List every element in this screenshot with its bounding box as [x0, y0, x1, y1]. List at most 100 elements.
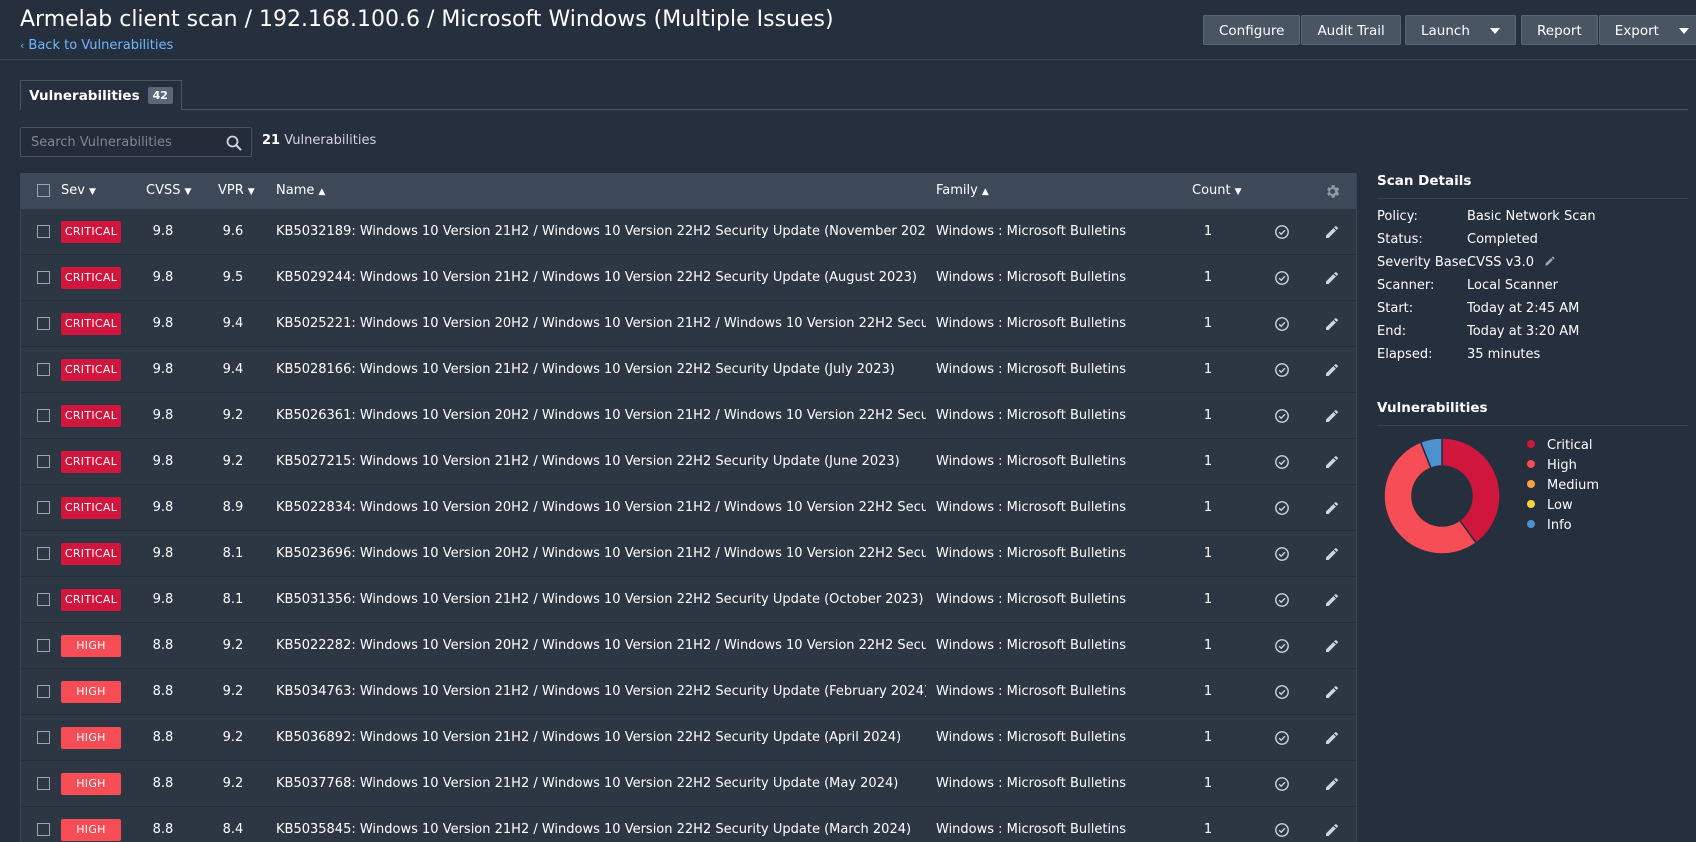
check-circle-icon[interactable]: [1274, 408, 1290, 424]
row-checkbox[interactable]: [37, 547, 50, 560]
report-button[interactable]: Report: [1521, 15, 1598, 45]
check-circle-icon[interactable]: [1274, 224, 1290, 240]
back-to-vulnerabilities-link[interactable]: ‹ Back to Vulnerabilities: [20, 38, 173, 53]
vulnerability-name[interactable]: KB5037768: Windows 10 Version 21H2 / Win…: [276, 761, 926, 807]
edit-severity-base-icon[interactable]: [1544, 255, 1556, 267]
row-checkbox[interactable]: [37, 685, 50, 698]
row-checkbox[interactable]: [37, 777, 50, 790]
table-row[interactable]: CRITICAL 9.8 9.5 KB5029244: Windows 10 Vers…: [21, 255, 1356, 301]
row-checkbox[interactable]: [37, 455, 50, 468]
vpr-score: 9.4: [222, 362, 244, 377]
vulnerability-name[interactable]: KB5035845: Windows 10 Version 21H2 / Win…: [276, 807, 926, 842]
severity-donut-chart[interactable]: [1382, 436, 1502, 556]
row-checkbox[interactable]: [37, 225, 50, 238]
vulnerability-name[interactable]: KB5022282: Windows 10 Version 20H2 / Win…: [276, 623, 926, 669]
edit-pencil-icon[interactable]: [1324, 454, 1340, 470]
check-circle-icon[interactable]: [1274, 546, 1290, 562]
column-header-cvss[interactable]: CVSS ▼: [146, 173, 191, 209]
export-button[interactable]: Export: [1598, 15, 1696, 45]
select-all-checkbox[interactable]: [37, 184, 50, 197]
column-header-count[interactable]: Count ▼: [1192, 173, 1242, 209]
row-checkbox[interactable]: [37, 409, 50, 422]
row-checkbox[interactable]: [37, 501, 50, 514]
table-row[interactable]: CRITICAL 9.8 9.4 KB5028166: Windows 10 Vers…: [21, 347, 1356, 393]
table-row[interactable]: CRITICAL 9.8 9.4 KB5025221: Windows 10 Vers…: [21, 301, 1356, 347]
legend-label: Low: [1547, 498, 1573, 513]
table-row[interactable]: CRITICAL 9.8 9.6 KB5032189: Windows 10 Vers…: [21, 209, 1356, 255]
vulnerability-name[interactable]: KB5036892: Windows 10 Version 21H2 / Win…: [276, 715, 926, 761]
check-circle-icon[interactable]: [1274, 730, 1290, 746]
vulnerability-name[interactable]: KB5032189: Windows 10 Version 21H2 / Win…: [276, 209, 926, 255]
edit-pencil-icon[interactable]: [1324, 224, 1340, 240]
launch-button[interactable]: Launch: [1405, 15, 1516, 45]
severity-badge: CRITICAL: [61, 359, 121, 381]
edit-pencil-icon[interactable]: [1324, 592, 1340, 608]
search-icon[interactable]: [226, 135, 242, 151]
table-row[interactable]: HIGH 8.8 8.4 KB5035845: Windows 10 Version …: [21, 807, 1356, 842]
legend-label: Medium: [1547, 478, 1599, 493]
edit-pencil-icon[interactable]: [1324, 822, 1340, 838]
table-row[interactable]: CRITICAL 9.8 8.1 KB5031356: Windows 10 Vers…: [21, 577, 1356, 623]
column-header-name[interactable]: Name ▲: [276, 173, 325, 209]
table-row[interactable]: HIGH 8.8 9.2 KB5036892: Windows 10 Version …: [21, 715, 1356, 761]
vulnerability-name[interactable]: KB5026361: Windows 10 Version 20H2 / Win…: [276, 393, 926, 439]
check-circle-icon[interactable]: [1274, 270, 1290, 286]
table-row[interactable]: CRITICAL 9.8 9.2 KB5027215: Windows 10 Vers…: [21, 439, 1356, 485]
row-checkbox[interactable]: [37, 823, 50, 836]
check-circle-icon[interactable]: [1274, 638, 1290, 654]
check-circle-icon[interactable]: [1274, 316, 1290, 332]
column-header-sev[interactable]: Sev ▼: [61, 173, 96, 209]
edit-pencil-icon[interactable]: [1324, 500, 1340, 516]
edit-pencil-icon[interactable]: [1324, 546, 1340, 562]
table-row[interactable]: CRITICAL 9.8 9.2 KB5026361: Windows 10 Vers…: [21, 393, 1356, 439]
vulnerability-name[interactable]: KB5028166: Windows 10 Version 21H2 / Win…: [276, 347, 926, 393]
gear-icon[interactable]: [1324, 183, 1341, 200]
table-row[interactable]: CRITICAL 9.8 8.9 KB5022834: Windows 10 Vers…: [21, 485, 1356, 531]
row-checkbox[interactable]: [37, 271, 50, 284]
table-row[interactable]: HIGH 8.8 9.2 KB5034763: Windows 10 Version …: [21, 669, 1356, 715]
row-checkbox[interactable]: [37, 593, 50, 606]
vpr-header-label: VPR: [218, 183, 244, 198]
detail-label: Policy:: [1377, 209, 1418, 224]
check-circle-icon[interactable]: [1274, 776, 1290, 792]
configure-button[interactable]: Configure: [1203, 15, 1301, 45]
check-circle-icon[interactable]: [1274, 684, 1290, 700]
row-checkbox[interactable]: [37, 639, 50, 652]
table-row[interactable]: CRITICAL 9.8 8.1 KB5023696: Windows 10 Vers…: [21, 531, 1356, 577]
edit-pencil-icon[interactable]: [1324, 776, 1340, 792]
detail-label: End:: [1377, 324, 1407, 339]
vulnerability-name[interactable]: KB5025221: Windows 10 Version 20H2 / Win…: [276, 301, 926, 347]
check-circle-icon[interactable]: [1274, 822, 1290, 838]
tab-vulnerabilities[interactable]: Vulnerabilities 42: [20, 80, 182, 110]
column-header-family[interactable]: Family ▲: [936, 173, 989, 209]
check-circle-icon[interactable]: [1274, 454, 1290, 470]
check-circle-icon[interactable]: [1274, 592, 1290, 608]
table-row[interactable]: HIGH 8.8 9.2 KB5022282: Windows 10 Version …: [21, 623, 1356, 669]
check-circle-icon[interactable]: [1274, 362, 1290, 378]
table-row[interactable]: HIGH 8.8 9.2 KB5037768: Windows 10 Version …: [21, 761, 1356, 807]
check-circle-icon[interactable]: [1274, 500, 1290, 516]
severity-badge: HIGH: [61, 635, 121, 657]
audit-trail-button[interactable]: Audit Trail: [1301, 15, 1401, 45]
vulnerability-name[interactable]: KB5022834: Windows 10 Version 20H2 / Win…: [276, 485, 926, 531]
edit-pencil-icon[interactable]: [1324, 408, 1340, 424]
search-input[interactable]: [21, 128, 216, 156]
edit-pencil-icon[interactable]: [1324, 362, 1340, 378]
row-checkbox[interactable]: [37, 731, 50, 744]
vulnerability-name[interactable]: KB5031356: Windows 10 Version 21H2 / Win…: [276, 577, 926, 623]
row-checkbox[interactable]: [37, 317, 50, 330]
edit-pencil-icon[interactable]: [1324, 270, 1340, 286]
vulnerability-name[interactable]: KB5029244: Windows 10 Version 21H2 / Win…: [276, 255, 926, 301]
vpr-score: 8.4: [222, 822, 244, 837]
vulnerability-name[interactable]: KB5034763: Windows 10 Version 21H2 / Win…: [276, 669, 926, 715]
vulnerability-name[interactable]: KB5023696: Windows 10 Version 20H2 / Win…: [276, 531, 926, 577]
row-checkbox[interactable]: [37, 363, 50, 376]
legend-label: High: [1547, 458, 1577, 473]
column-header-vpr[interactable]: VPR ▼: [218, 173, 255, 209]
edit-pencil-icon[interactable]: [1324, 730, 1340, 746]
severity-badge: CRITICAL: [61, 405, 121, 427]
vulnerability-name[interactable]: KB5027215: Windows 10 Version 21H2 / Win…: [276, 439, 926, 485]
edit-pencil-icon[interactable]: [1324, 316, 1340, 332]
edit-pencil-icon[interactable]: [1324, 638, 1340, 654]
edit-pencil-icon[interactable]: [1324, 684, 1340, 700]
